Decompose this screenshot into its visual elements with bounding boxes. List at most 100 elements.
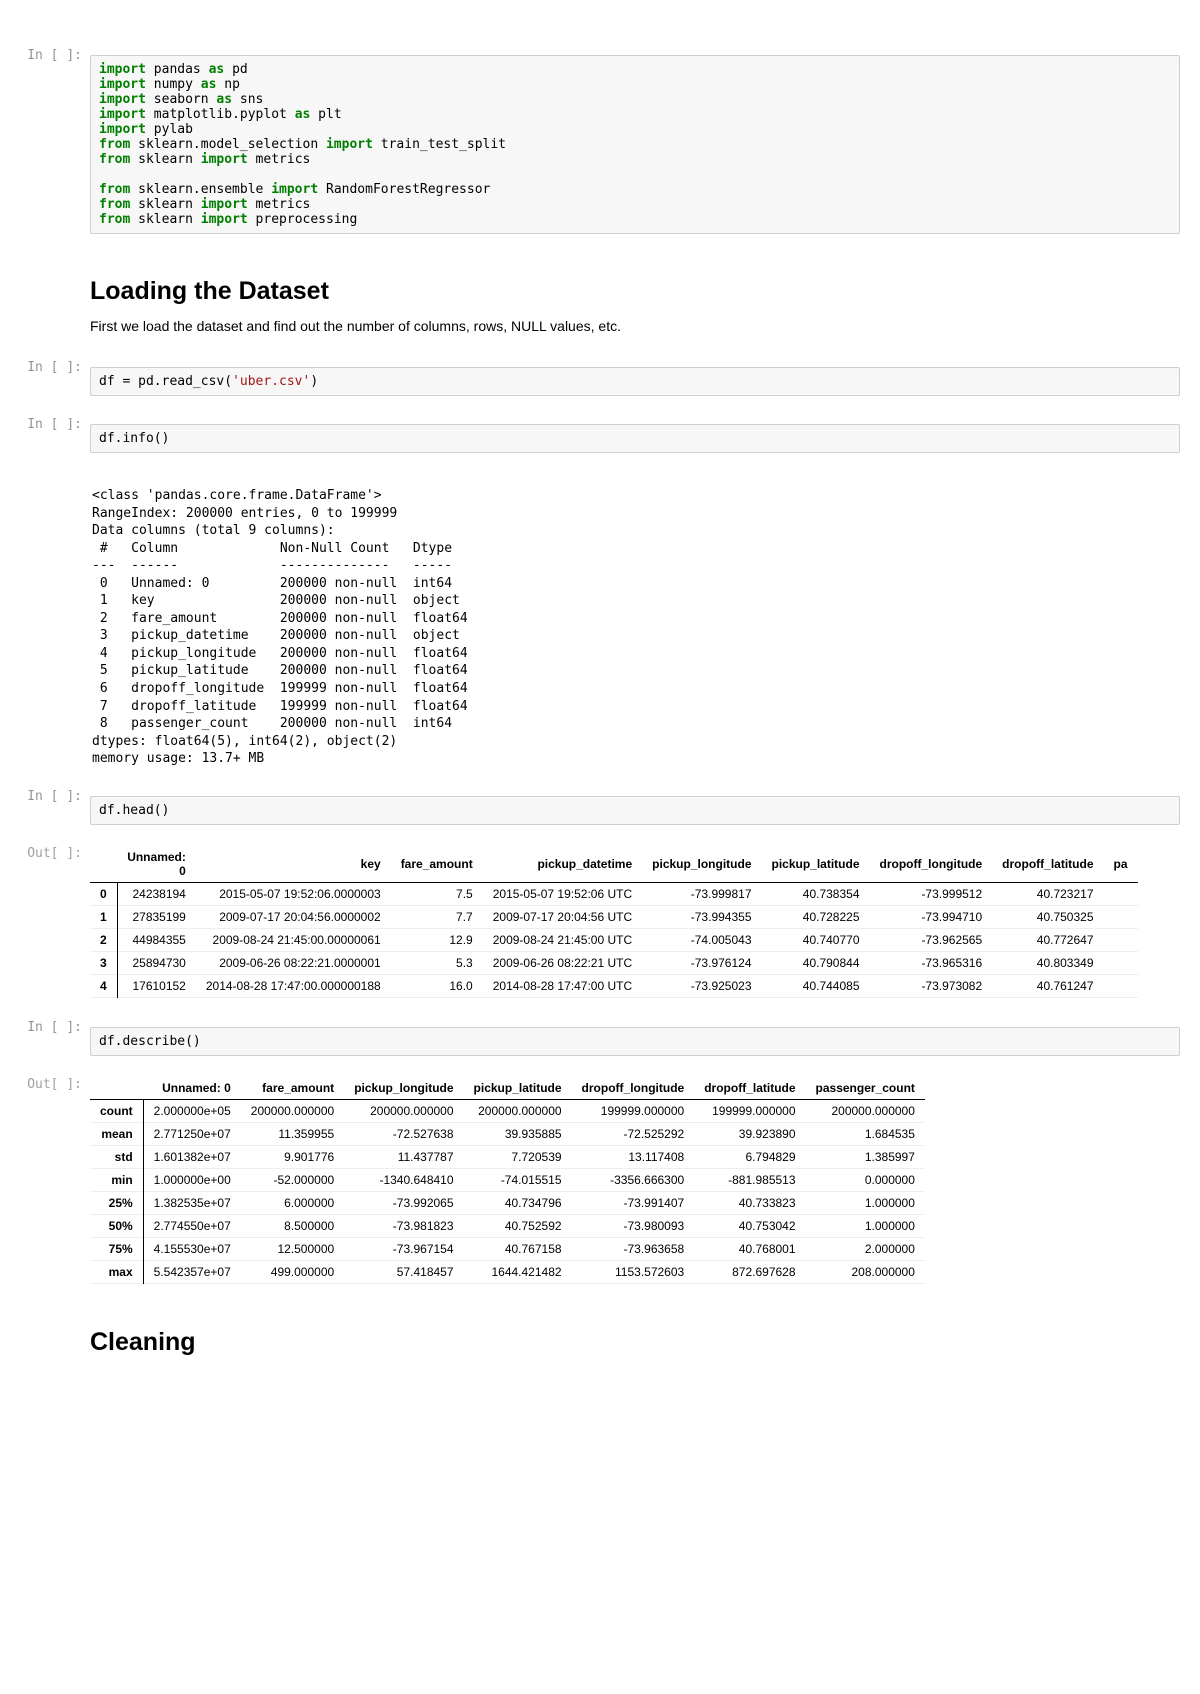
- cell: -73.992065: [344, 1191, 463, 1214]
- blank-prompt: [0, 1300, 90, 1375]
- cell: 40.740770: [762, 928, 870, 951]
- column-header: dropoff_longitude: [870, 846, 993, 883]
- code-cell-head: In [ ]: df.head(): [0, 783, 1200, 838]
- row-index: 1: [90, 905, 117, 928]
- column-header: pickup_longitude: [344, 1077, 463, 1100]
- cell: 40.753042: [694, 1214, 805, 1237]
- cell: [1104, 905, 1138, 928]
- cell: 40.744085: [762, 974, 870, 997]
- cell: 208.000000: [806, 1260, 925, 1283]
- cell: -3356.666300: [572, 1168, 695, 1191]
- table-row: 3258947302009-06-26 08:22:21.00000015.32…: [90, 951, 1138, 974]
- table-row: std1.601382e+079.90177611.4377877.720539…: [90, 1145, 925, 1168]
- column-header: dropoff_latitude: [992, 846, 1103, 883]
- cell: -73.980093: [572, 1214, 695, 1237]
- cell: 200000.000000: [464, 1099, 572, 1122]
- cell: 7.720539: [464, 1145, 572, 1168]
- cell: 40.790844: [762, 951, 870, 974]
- cell: 40.767158: [464, 1237, 572, 1260]
- markdown-cell-cleaning: Cleaning: [0, 1300, 1200, 1375]
- cell: -73.994355: [642, 905, 761, 928]
- cell: 5.542357e+07: [143, 1260, 241, 1283]
- cell: 4.155530e+07: [143, 1237, 241, 1260]
- cell: [1104, 882, 1138, 905]
- cell: -73.976124: [642, 951, 761, 974]
- cell: 40.761247: [992, 974, 1103, 997]
- cell: 40.738354: [762, 882, 870, 905]
- paragraph-loading: First we load the dataset and find out t…: [90, 318, 1180, 334]
- column-header: fare_amount: [391, 846, 483, 883]
- column-header: key: [196, 846, 391, 883]
- cell: -72.525292: [572, 1122, 695, 1145]
- cell: 40.768001: [694, 1237, 805, 1260]
- row-index: 25%: [90, 1191, 143, 1214]
- output-cell-info: <class 'pandas.core.frame.DataFrame'> Ra…: [0, 468, 1200, 781]
- row-index: 3: [90, 951, 117, 974]
- code-cell-describe: In [ ]: df.describe(): [0, 1014, 1200, 1069]
- cell: 499.000000: [241, 1260, 344, 1283]
- cell: 40.734796: [464, 1191, 572, 1214]
- cell: 2009-06-26 08:22:21.0000001: [196, 951, 391, 974]
- cell: 57.418457: [344, 1260, 463, 1283]
- code-input-readcsv[interactable]: df = pd.read_csv('uber.csv'): [90, 367, 1180, 396]
- cell: 1.601382e+07: [143, 1145, 241, 1168]
- out-prompt: Out[ ]:: [0, 840, 90, 1012]
- in-prompt: In [ ]:: [0, 411, 90, 466]
- cell: -74.015515: [464, 1168, 572, 1191]
- cell: 2014-08-28 17:47:00.000000188: [196, 974, 391, 997]
- row-index: 50%: [90, 1214, 143, 1237]
- cell: 44984355: [117, 928, 196, 951]
- cell: -73.925023: [642, 974, 761, 997]
- row-index: max: [90, 1260, 143, 1283]
- cell: -73.981823: [344, 1214, 463, 1237]
- in-prompt: In [ ]:: [0, 1014, 90, 1069]
- cell: 2009-08-24 21:45:00 UTC: [483, 928, 642, 951]
- cell: 40.752592: [464, 1214, 572, 1237]
- cell: 40.750325: [992, 905, 1103, 928]
- cell: 11.359955: [241, 1122, 344, 1145]
- cell: -73.967154: [344, 1237, 463, 1260]
- column-header: pickup_longitude: [642, 846, 761, 883]
- output-cell-describe: Out[ ]: Unnamed: 0fare_amountpickup_long…: [0, 1071, 1200, 1298]
- cell: 27835199: [117, 905, 196, 928]
- cell: -73.963658: [572, 1237, 695, 1260]
- cell: 40.728225: [762, 905, 870, 928]
- cell: 2015-05-07 19:52:06 UTC: [483, 882, 642, 905]
- column-header: passenger_count: [806, 1077, 925, 1100]
- table-row: 0242381942015-05-07 19:52:06.00000037.52…: [90, 882, 1138, 905]
- markdown-cell-loading: Loading the Dataset First we load the da…: [0, 249, 1200, 352]
- column-header: pickup_datetime: [483, 846, 642, 883]
- cell: 200000.000000: [241, 1099, 344, 1122]
- cell: 2009-08-24 21:45:00.00000061: [196, 928, 391, 951]
- cell: 2014-08-28 17:47:00 UTC: [483, 974, 642, 997]
- cell: 6.000000: [241, 1191, 344, 1214]
- row-index: 4: [90, 974, 117, 997]
- cell: 2.774550e+07: [143, 1214, 241, 1237]
- table-row: min1.000000e+00-52.000000-1340.648410-74…: [90, 1168, 925, 1191]
- code-input-head[interactable]: df.head(): [90, 796, 1180, 825]
- code-cell-readcsv: In [ ]: df = pd.read_csv('uber.csv'): [0, 354, 1200, 409]
- cell: -73.962565: [870, 928, 993, 951]
- cell: 40.733823: [694, 1191, 805, 1214]
- cell: 40.803349: [992, 951, 1103, 974]
- cell: 2.000000e+05: [143, 1099, 241, 1122]
- cell: 39.935885: [464, 1122, 572, 1145]
- cell: -73.991407: [572, 1191, 695, 1214]
- row-index: std: [90, 1145, 143, 1168]
- table-row: mean2.771250e+0711.359955-72.52763839.93…: [90, 1122, 925, 1145]
- row-index: count: [90, 1099, 143, 1122]
- cell: [1104, 951, 1138, 974]
- cell: 199999.000000: [572, 1099, 695, 1122]
- code-input-info[interactable]: df.info(): [90, 424, 1180, 453]
- table-row: 75%4.155530e+0712.500000-73.96715440.767…: [90, 1237, 925, 1260]
- cell: -73.965316: [870, 951, 993, 974]
- cell: 200000.000000: [344, 1099, 463, 1122]
- column-header: dropoff_longitude: [572, 1077, 695, 1100]
- code-input-imports[interactable]: import pandas as pd import numpy as np i…: [90, 55, 1180, 234]
- column-header: Unnamed:0: [117, 846, 196, 883]
- heading-cleaning: Cleaning: [90, 1328, 1180, 1357]
- cell: 2.771250e+07: [143, 1122, 241, 1145]
- code-input-describe[interactable]: df.describe(): [90, 1027, 1180, 1056]
- cell: 1153.572603: [572, 1260, 695, 1283]
- cell: 16.0: [391, 974, 483, 997]
